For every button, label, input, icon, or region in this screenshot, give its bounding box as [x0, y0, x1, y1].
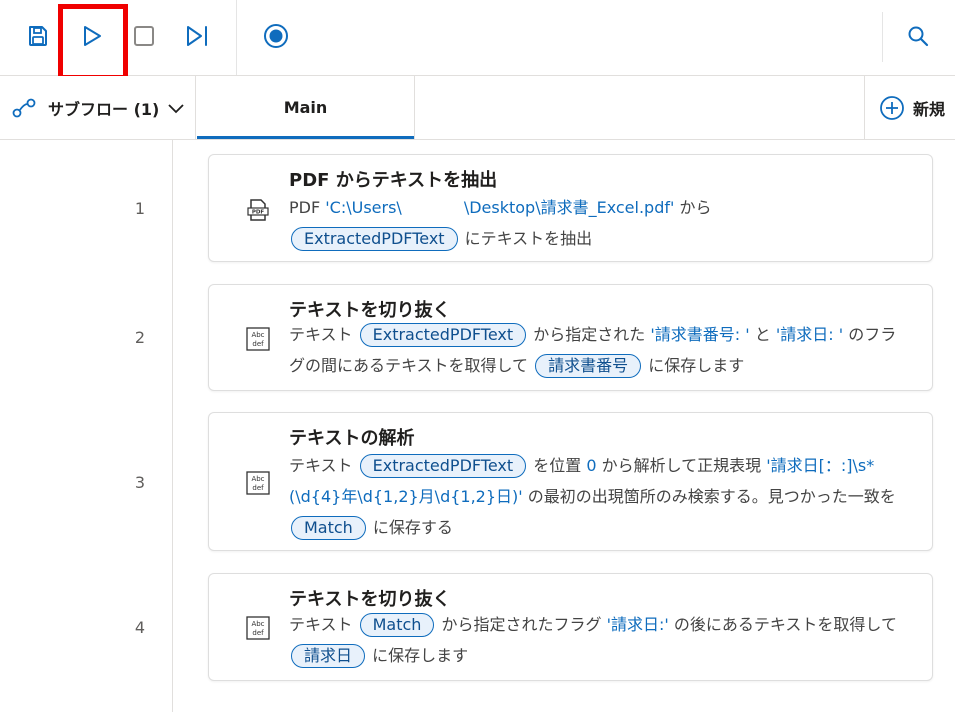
action-card-crop-text[interactable]: Abc def テキストを切り抜く テキスト ExtractedPDFText … — [208, 284, 933, 391]
desc-text: に保存します — [367, 646, 469, 665]
desc-text: を位置 — [528, 456, 587, 475]
action-description: テキスト ExtractedPDFText から指定された '請求書番号: ' … — [289, 319, 912, 381]
variable-chip[interactable]: ExtractedPDFText — [359, 454, 527, 478]
desc-text: から指定された — [528, 325, 651, 344]
new-subflow-button[interactable]: 新規 — [864, 76, 955, 139]
action-title: テキストを切り抜く — [289, 589, 451, 610]
desc-text: にテキストを抽出 — [459, 229, 593, 248]
svg-text:PDF: PDF — [252, 210, 265, 216]
text-abc-icon: Abc def — [246, 327, 270, 351]
desc-text: テキスト — [289, 325, 358, 344]
desc-text: テキスト — [289, 615, 358, 634]
search-icon — [908, 26, 929, 47]
stop-icon — [134, 26, 154, 46]
literal-value: '請求日: ' — [775, 325, 844, 344]
tab-main-label: Main — [283, 98, 328, 117]
literal-value: '請求書番号: ' — [650, 325, 750, 344]
variable-chip[interactable]: Match — [359, 613, 435, 637]
line-number: 3 — [134, 473, 146, 492]
text-abc-icon: Abc def — [246, 471, 270, 495]
desc-text: から解析して正規表現 — [596, 456, 767, 475]
action-card-parse-text[interactable]: Abc def テキストの解析 テキスト ExtractedPDFText を位… — [208, 412, 933, 551]
desc-text: PDF — [289, 198, 326, 217]
record-button[interactable] — [254, 14, 298, 58]
desc-text: に保存します — [643, 356, 745, 375]
line-number: 4 — [134, 618, 146, 637]
stop-button[interactable] — [122, 14, 166, 58]
next-step-icon — [187, 26, 207, 46]
literal-value: '請求日:' — [606, 615, 669, 634]
tab-main[interactable]: Main — [197, 76, 415, 139]
svg-text:Abc: Abc — [251, 620, 264, 628]
run-button[interactable] — [70, 14, 114, 58]
svg-text:def: def — [252, 340, 264, 348]
action-description: PDF 'C:\Users\ \Desktop\請求書_Excel.pdf' から… — [289, 192, 912, 254]
desc-text: から指定されたフラグ — [436, 615, 607, 634]
action-title: PDF からテキストを抽出 — [289, 170, 498, 191]
variable-chip[interactable]: Match — [291, 516, 366, 540]
action-description: テキスト ExtractedPDFText を位置 0 から解析して正規表現 '… — [289, 450, 912, 543]
file-path-literal: \Desktop\請求書_Excel.pdf' — [463, 198, 675, 217]
subflow-dropdown[interactable]: サブフロー (1) — [0, 76, 196, 139]
save-icon — [29, 26, 47, 46]
text-abc-icon: Abc def — [246, 616, 270, 640]
toolbar — [0, 0, 955, 80]
record-icon — [264, 24, 288, 48]
line-number: 1 — [134, 199, 146, 218]
add-circle-icon — [880, 95, 904, 120]
variable-chip[interactable]: ExtractedPDFText — [359, 323, 527, 347]
svg-text:Abc: Abc — [251, 475, 264, 483]
run-icon — [84, 26, 101, 46]
next-step-button[interactable] — [175, 14, 219, 58]
new-subflow-label: 新規 — [913, 99, 946, 119]
desc-text: から — [674, 198, 712, 217]
variable-chip[interactable]: ExtractedPDFText — [291, 227, 458, 251]
action-description: テキスト Match から指定されたフラグ '請求日:' の後にあるテキストを取… — [289, 609, 912, 671]
line-number: 2 — [134, 328, 146, 347]
pdf-icon: PDF — [247, 199, 269, 221]
desc-text: の後にあるテキストを取得して — [668, 615, 897, 634]
svg-text:def: def — [252, 629, 264, 637]
action-title: テキストの解析 — [289, 428, 415, 449]
chevron-down-icon — [168, 103, 184, 113]
tab-bar: サブフロー (1) Main 新規 — [0, 76, 955, 140]
toolbar-separator — [882, 12, 883, 62]
save-button[interactable] — [16, 14, 60, 58]
toolbar-separator — [236, 0, 237, 75]
variable-chip[interactable]: 請求日 — [291, 644, 366, 668]
svg-text:def: def — [252, 484, 264, 492]
variable-chip[interactable]: 請求書番号 — [535, 354, 642, 378]
action-card-extract-pdf[interactable]: PDF PDF からテキストを抽出 PDF 'C:\Users\ \Desktop… — [208, 154, 933, 262]
desc-text: の最初の出現箇所のみ検索する。見つかった一致を — [522, 487, 896, 506]
desc-text: に保存する — [367, 518, 453, 537]
svg-text:Abc: Abc — [251, 331, 264, 339]
desc-text: と — [749, 325, 776, 344]
file-path-literal: 'C:\Users\ — [325, 198, 402, 217]
action-card-crop-text-2[interactable]: Abc def テキストを切り抜く テキスト Match から指定されたフラグ … — [208, 573, 933, 681]
literal-value: 0 — [586, 456, 597, 475]
desc-text: テキスト — [289, 456, 358, 475]
subflow-label: サブフロー (1) — [48, 99, 160, 119]
search-button[interactable] — [896, 14, 940, 58]
subflow-icon — [12, 98, 36, 117]
